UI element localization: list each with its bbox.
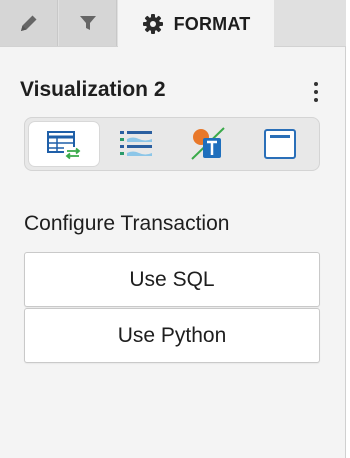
viz-type-table-transaction[interactable]	[29, 122, 99, 166]
viz-type-list[interactable]	[101, 122, 171, 166]
tab-format[interactable]: FORMAT	[118, 0, 274, 48]
more-menu-button[interactable]	[308, 80, 324, 104]
viz-type-text[interactable]	[173, 122, 243, 166]
use-sql-button[interactable]: Use SQL	[24, 252, 320, 307]
table-transaction-icon	[47, 131, 81, 160]
visualization-title: Visualization 2	[20, 78, 166, 101]
tab-bar-filler	[274, 0, 346, 46]
gear-icon	[142, 14, 163, 34]
card-frame-icon	[264, 129, 296, 159]
viz-type-card[interactable]	[245, 122, 315, 166]
tab-bar: FORMAT	[0, 0, 346, 48]
text-overlay-icon	[191, 127, 225, 160]
configure-title: Configure Transaction	[24, 212, 230, 235]
list-wave-icon	[120, 131, 152, 156]
more-vertical-icon	[314, 82, 318, 86]
tab-format-label: FORMAT	[173, 13, 251, 34]
format-panel: FORMAT Visualization 2 Configure Transac…	[0, 0, 346, 458]
use-python-button[interactable]: Use Python	[24, 308, 320, 363]
filter-icon	[79, 16, 96, 30]
tab-edit[interactable]	[0, 0, 58, 46]
visualization-type-selector	[24, 117, 320, 171]
pencil-icon	[20, 15, 36, 31]
tab-filter[interactable]	[59, 0, 117, 46]
